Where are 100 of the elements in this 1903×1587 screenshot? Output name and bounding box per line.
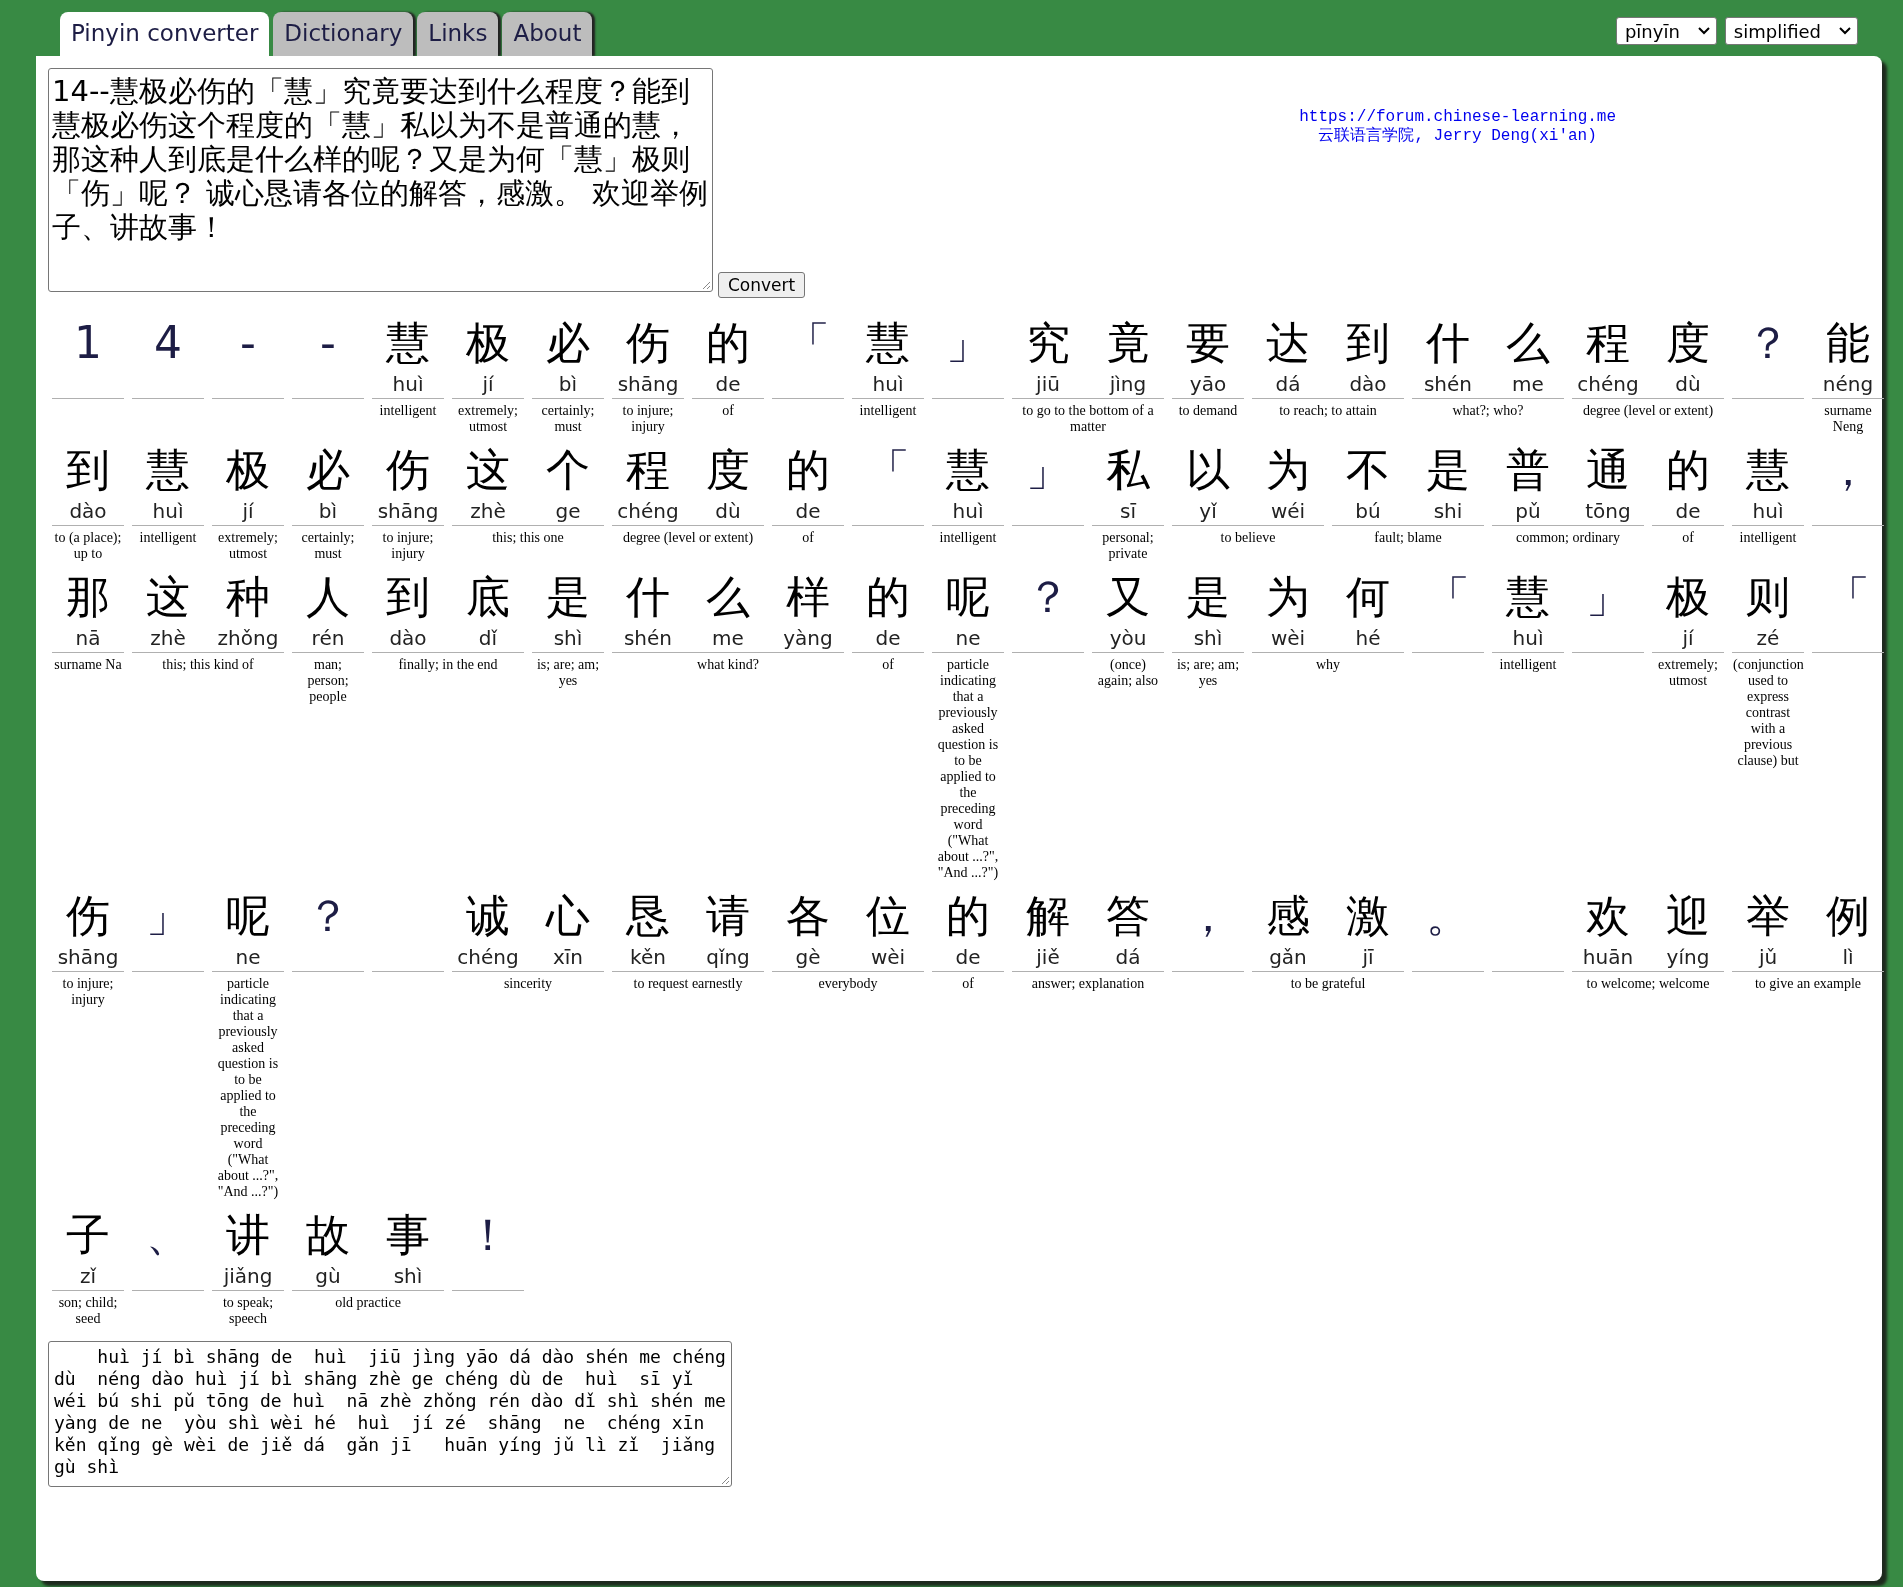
definition-text: of — [961, 976, 975, 992]
hanzi-character: 位 — [866, 889, 910, 943]
resize-grip-icon[interactable] — [701, 280, 711, 290]
hanzi-character: 慧 — [946, 443, 990, 497]
hanzi-character: 慧 — [1506, 570, 1550, 624]
pinyin-text: sī — [1120, 498, 1136, 525]
hanzi-character: 迎 — [1666, 889, 1710, 943]
pinyin-text: chéng — [1577, 371, 1639, 398]
pinyin-text: yòu — [1109, 625, 1147, 652]
definition-text: to (a place); up to — [53, 530, 123, 562]
pinyin-text: de — [715, 371, 741, 398]
hanzi-character: 的 — [1666, 443, 1710, 497]
hanzi-character: 人 — [306, 570, 350, 624]
pinyin-text: shì — [393, 1263, 423, 1290]
definition-text: extremely; utmost — [457, 403, 519, 435]
tab[interactable]: Links — [417, 12, 499, 56]
definition-text: man; person; people — [306, 657, 350, 705]
tab[interactable]: Dictionary — [273, 12, 414, 56]
dropdown-select[interactable]: simplified — [1724, 17, 1858, 45]
definition-text: of — [881, 657, 895, 673]
hanzi-character: 讲 — [226, 1208, 270, 1262]
definition-text: surname Na — [53, 657, 123, 673]
definition-text: sincerity — [502, 976, 554, 992]
hanzi-character: 感 — [1266, 889, 1310, 943]
hanzi-character: 度 — [1666, 316, 1710, 370]
hanzi-character: 私 — [1106, 443, 1150, 497]
definition-text: intelligent — [938, 530, 998, 546]
definition-text: (once) again; also — [1096, 657, 1160, 689]
symbol-character: ！ — [466, 1208, 510, 1262]
definition-text: intelligent — [138, 530, 198, 546]
symbol-character: - — [240, 316, 256, 370]
pinyin-text: de — [1675, 498, 1701, 525]
pinyin-text: dǐ — [478, 625, 498, 652]
pinyin-text: chéng — [617, 498, 679, 525]
pinyin-text: jiū — [1036, 371, 1060, 398]
credit-text: 云联语言学院, Jerry Deng(xi'an) — [1318, 127, 1597, 146]
forum-link[interactable]: https://forum.chinese-learning.me — [1299, 108, 1617, 127]
hanzi-character: 是 — [1426, 443, 1470, 497]
definition-text: finally; in the end — [397, 657, 499, 673]
definition-text: particle indicating that a previously asked question is to be applied to the preceding word ("What about ...?", "And ...?") — [936, 657, 1000, 881]
pinyin-text: nā — [75, 625, 101, 652]
pinyin-text: wèi — [870, 944, 906, 971]
symbol-character: 「 — [1426, 570, 1470, 624]
definition-text: intelligent — [858, 403, 918, 419]
tab[interactable]: About — [502, 12, 593, 56]
definition-text: to welcome; welcome — [1585, 976, 1711, 992]
hanzi-character: 又 — [1106, 570, 1150, 624]
pinyin-text: huān — [1582, 944, 1634, 971]
text-input[interactable]: 14--慧极必伤的「慧」究竟要达到什么程度？能到慧极必伤这个程度的「慧」私以为不是普通的慧，那这种人到底是什么样的呢？又是为何「慧」极则「伤」呢？ 诚心恳请各位的解答，感激。 欢迎举例子、讲故事！ — [48, 68, 713, 292]
symbol-character: 「 — [866, 443, 910, 497]
pinyin-text: yǐ — [1199, 498, 1217, 525]
definition-text: certainly; must — [540, 403, 596, 435]
definition-text: is; are; am; yes — [1175, 657, 1241, 689]
pinyin-text: kěn — [630, 944, 666, 971]
definition-text: of — [721, 403, 735, 419]
hanzi-character: 个 — [546, 443, 590, 497]
definition-text: extremely; utmost — [217, 530, 279, 562]
pinyin-text: ne — [235, 944, 261, 971]
pinyin-text: huì — [1512, 625, 1544, 652]
convert-button[interactable]: Convert — [718, 272, 806, 298]
hanzi-character: 底 — [466, 570, 510, 624]
definition-text: to be grateful — [1289, 976, 1367, 992]
pinyin-text: me — [1512, 371, 1544, 398]
pinyin-text: shi — [1433, 498, 1463, 525]
pinyin-text: chéng — [457, 944, 519, 971]
tab[interactable]: Pinyin converter — [60, 12, 270, 56]
pinyin-text: lì — [1842, 944, 1854, 971]
dropdown-select[interactable]: pīnyīn — [1615, 17, 1717, 45]
definition-text: to injure; injury — [621, 403, 675, 435]
symbol-character: - — [320, 316, 336, 370]
hanzi-character: 什 — [626, 570, 670, 624]
hanzi-character: 恳 — [626, 889, 670, 943]
pinyin-text: néng — [1822, 371, 1874, 398]
definition-text: this; this one — [491, 530, 565, 546]
definition-text: surname Neng — [1823, 403, 1873, 435]
symbol-character: 、 — [146, 1208, 190, 1262]
pinyin-text: me — [712, 625, 744, 652]
caret-icon — [1697, 27, 1710, 35]
hanzi-character: 解 — [1026, 889, 1070, 943]
hanzi-character: 欢 — [1586, 889, 1630, 943]
hanzi-character: 程 — [1586, 316, 1630, 370]
definition-text: to reach; to attain — [1278, 403, 1378, 419]
resize-grip-icon[interactable] — [720, 1475, 730, 1485]
hanzi-character: 慧 — [146, 443, 190, 497]
pinyin-text: de — [795, 498, 821, 525]
hanzi-character: 普 — [1506, 443, 1550, 497]
definition-text: (conjunction used to express contrast with a previous clause) but — [1732, 657, 1804, 769]
hanzi-character: 到 — [1346, 316, 1390, 370]
hanzi-character: 极 — [1666, 570, 1710, 624]
pinyin-text: gǎn — [1269, 944, 1307, 971]
hanzi-character: 极 — [466, 316, 510, 370]
pinyin-text: dào — [1349, 371, 1387, 398]
symbol-character: 「 — [1826, 570, 1870, 624]
hanzi-character: 达 — [1266, 316, 1310, 370]
pinyin-text: bì — [318, 498, 338, 525]
pinyin-output[interactable]: huì jí bì shāng de huì jiū jìng yāo dá dào shén me chéng dù néng dào huì jí bì shāng zhè ge chéng dù de huì sī yǐ wéi bú shi pǔ tōng de huì nā zhè zhǒng rén dào dǐ shì shén me yàng de ne yòu shì wèi hé huì jí zé shāng ne chéng xīn kěn qǐng gè wèi de jiě dá gǎn jī huān yíng jǔ lì zǐ jiǎng gù shì — [48, 1341, 732, 1487]
definition-text: degree (level or extent) — [621, 530, 755, 546]
pinyin-text: dù — [715, 498, 741, 525]
hanzi-character: 不 — [1346, 443, 1390, 497]
hanzi-character: 故 — [306, 1208, 350, 1262]
